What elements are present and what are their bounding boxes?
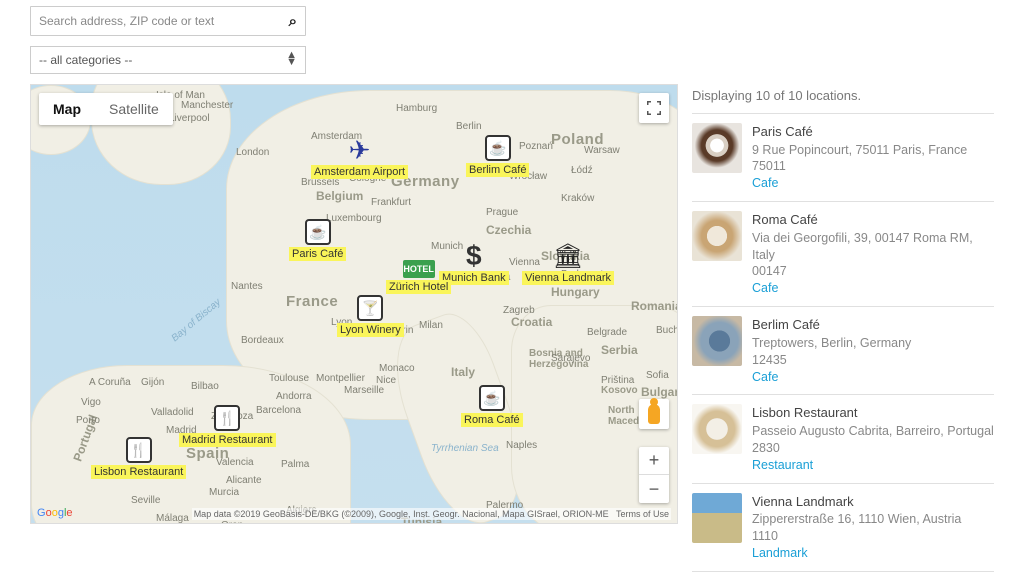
location-thumbnail (692, 123, 742, 173)
zoom-out-button[interactable]: − (639, 475, 669, 503)
plane-icon: ✈ (347, 137, 373, 163)
building-icon: 🏛 (555, 243, 581, 269)
category-select[interactable]: -- all categories -- ▲▼ (30, 46, 306, 74)
search-box[interactable]: ⌕ (30, 6, 306, 36)
map-marker[interactable]: 🏛 Vienna Landmark (522, 243, 614, 285)
location-item[interactable]: Berlim CaféTreptowers, Berlin, Germany12… (692, 306, 994, 394)
chevron-updown-icon: ▲▼ (286, 52, 297, 66)
location-title: Lisbon Restaurant (752, 404, 994, 422)
location-zip: 12435 (752, 352, 911, 369)
cafe-icon: ☕ (305, 219, 331, 245)
map-attribution-text: Map data ©2019 GeoBasis-DE/BKG (©2009), … (192, 508, 671, 520)
location-info: Lisbon RestaurantPasseio Augusto Cabrita… (752, 404, 994, 473)
marker-label: Vienna Landmark (522, 271, 614, 285)
location-address: Zippererstraße 16, 1110 Wien, Austria (752, 511, 961, 528)
map-type-map[interactable]: Map (39, 93, 95, 125)
location-category[interactable]: Restaurant (752, 457, 994, 474)
map-marker[interactable]: ☕ Roma Café (461, 385, 523, 427)
map[interactable]: Ireland Germany France Spain Poland Port… (30, 84, 678, 524)
location-item[interactable]: Paris Café9 Rue Popincourt, 75011 Paris,… (692, 113, 994, 201)
results-status: Displaying 10 of 10 locations. (692, 88, 994, 103)
pegman-button[interactable] (639, 399, 669, 429)
hotel-icon: HOTEL (403, 260, 435, 278)
map-marker[interactable]: ✈ Amsterdam Airport (311, 137, 408, 179)
locations-list: Paris Café9 Rue Popincourt, 75011 Paris,… (692, 113, 994, 572)
location-info: Roma CaféVia dei Georgofili, 39, 00147 R… (752, 211, 994, 297)
fullscreen-button[interactable] (639, 93, 669, 123)
pegman-icon (648, 404, 660, 424)
location-info: Vienna LandmarkZippererstraße 16, 1110 W… (752, 493, 961, 562)
map-marker[interactable]: 🍴 Lisbon Restaurant (91, 437, 186, 479)
location-zip: 00147 (752, 263, 994, 280)
map-attribution-logo: Google (37, 507, 73, 519)
fullscreen-icon (647, 101, 661, 115)
marker-label: Paris Café (289, 247, 346, 261)
location-item[interactable]: Vienna LandmarkZippererstraße 16, 1110 W… (692, 483, 994, 572)
cafe-icon: ☕ (485, 135, 511, 161)
map-marker[interactable]: 🍴 Madrid Restaurant (179, 405, 276, 447)
marker-label: Berlim Café (466, 163, 529, 177)
search-input[interactable] (31, 7, 271, 35)
map-marker[interactable]: 🍸 Lyon Winery (337, 295, 404, 337)
location-thumbnail (692, 316, 742, 366)
marker-label: Amsterdam Airport (311, 165, 408, 179)
category-select-label: -- all categories -- (39, 53, 132, 67)
marker-label: Madrid Restaurant (179, 433, 276, 447)
map-type-control: Map Satellite (39, 93, 173, 125)
cafe-icon: ☕ (479, 385, 505, 411)
location-info: Paris Café9 Rue Popincourt, 75011 Paris,… (752, 123, 967, 192)
location-title: Vienna Landmark (752, 493, 961, 511)
map-type-satellite[interactable]: Satellite (95, 93, 173, 125)
marker-label: Lisbon Restaurant (91, 465, 186, 479)
location-address: 9 Rue Popincourt, 75011 Paris, France (752, 142, 967, 159)
map-marker[interactable]: ☕ Berlim Café (466, 135, 529, 177)
map-marker[interactable]: HOTEL Zürich Hotel (386, 260, 451, 294)
marker-label: Roma Café (461, 413, 523, 427)
location-address: Treptowers, Berlin, Germany (752, 335, 911, 352)
location-title: Roma Café (752, 211, 994, 229)
location-info: Berlim CaféTreptowers, Berlin, Germany12… (752, 316, 911, 385)
food-icon: 🍴 (126, 437, 152, 463)
zoom-control: + − (639, 447, 669, 503)
location-item[interactable]: Lisbon RestaurantPasseio Augusto Cabrita… (692, 394, 994, 482)
food-icon: 🍴 (214, 405, 240, 431)
location-zip: 1110 (752, 528, 961, 545)
locations-sidebar: Displaying 10 of 10 locations. Paris Caf… (692, 84, 994, 572)
location-thumbnail (692, 211, 742, 261)
winery-icon: 🍸 (357, 295, 383, 321)
location-zip: 2830 (752, 440, 994, 457)
location-thumbnail (692, 493, 742, 543)
location-category[interactable]: Landmark (752, 545, 961, 562)
map-marker[interactable]: ☕ Paris Café (289, 219, 346, 261)
terms-link[interactable]: Terms of Use (616, 509, 669, 519)
location-address: Passeio Augusto Cabrita, Barreiro, Portu… (752, 423, 994, 440)
location-zip: 75011 (752, 158, 967, 175)
location-category[interactable]: Cafe (752, 175, 967, 192)
location-category[interactable]: Cafe (752, 280, 994, 297)
location-item[interactable]: Roma CaféVia dei Georgofili, 39, 00147 R… (692, 201, 994, 306)
location-thumbnail (692, 404, 742, 454)
marker-label: Zürich Hotel (386, 280, 451, 294)
dollar-icon: $ (461, 243, 487, 269)
search-icon[interactable]: ⌕ (289, 13, 297, 30)
marker-label: Lyon Winery (337, 323, 404, 337)
location-title: Berlim Café (752, 316, 911, 334)
location-address: Via dei Georgofili, 39, 00147 Roma RM, I… (752, 230, 994, 264)
location-category[interactable]: Cafe (752, 369, 911, 386)
location-title: Paris Café (752, 123, 967, 141)
zoom-in-button[interactable]: + (639, 447, 669, 475)
